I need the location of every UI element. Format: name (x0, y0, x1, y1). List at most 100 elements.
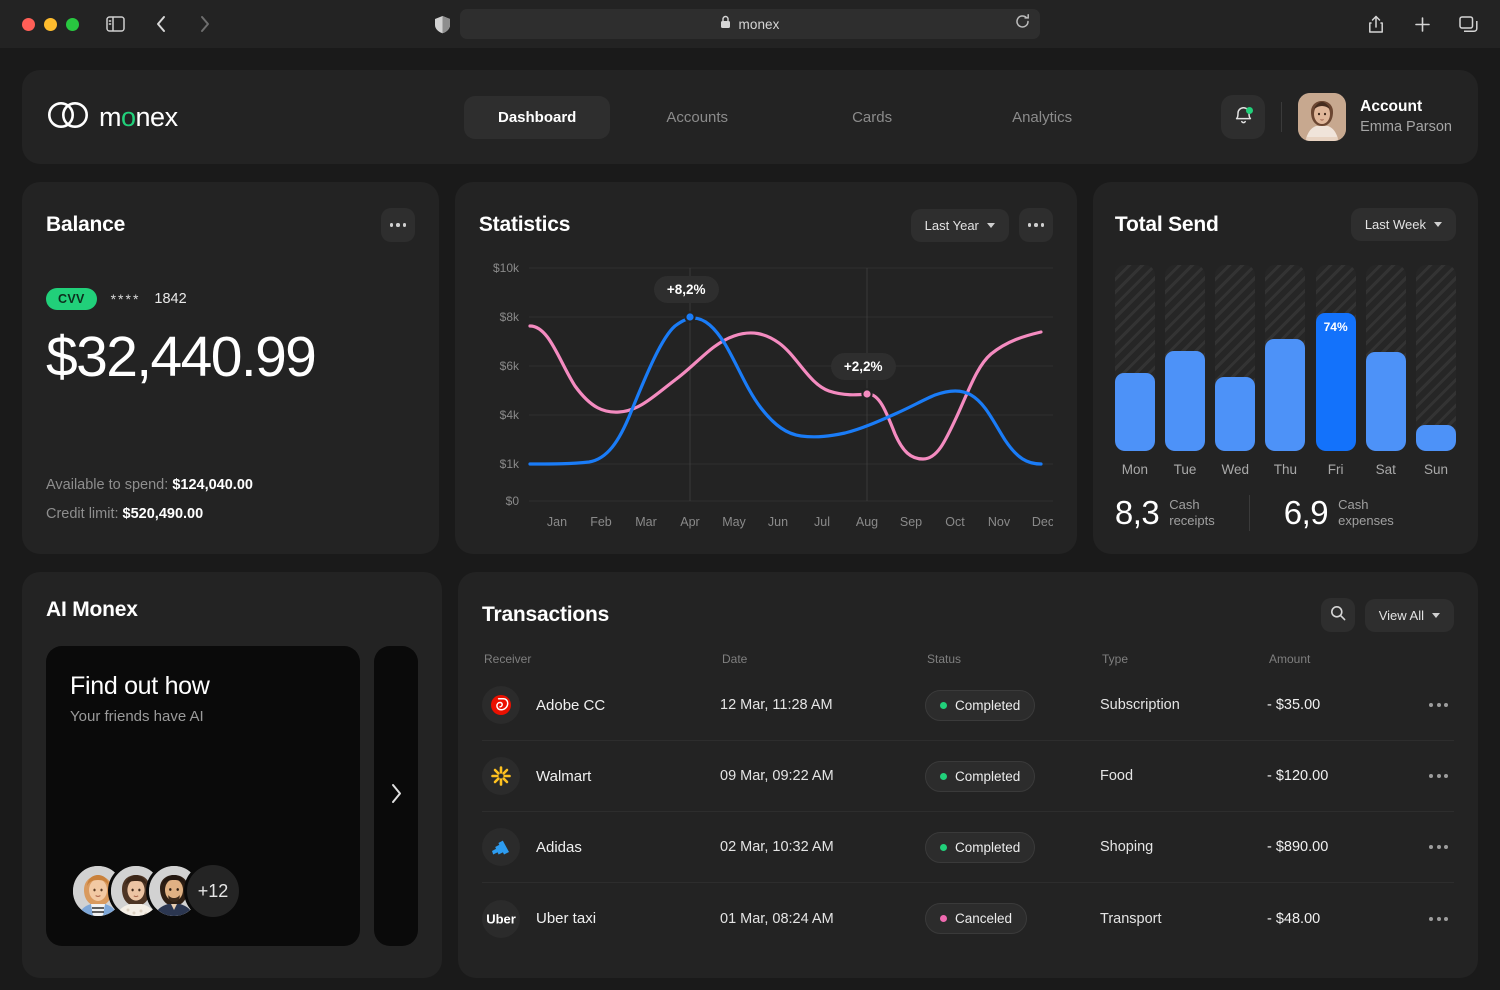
svg-text:Jan: Jan (547, 515, 567, 529)
bar-track: 74% (1316, 265, 1356, 451)
bar-column-sun[interactable] (1416, 265, 1456, 451)
back-arrow-icon[interactable] (147, 10, 175, 38)
account-text: Account Emma Parson (1360, 97, 1452, 137)
forward-arrow-icon[interactable] (191, 10, 219, 38)
ai-monex-slide[interactable]: Find out how Your friends have AI (46, 646, 360, 946)
address-bar[interactable]: monex (460, 9, 1040, 39)
transaction-status-cell: Completed (925, 832, 1100, 863)
minimize-window-button[interactable] (44, 18, 57, 31)
total-send-bars: 74% (1115, 265, 1456, 451)
statistics-card: Statistics Last Year (455, 182, 1077, 554)
tab-dashboard[interactable]: Dashboard (464, 96, 610, 139)
svg-text:Mar: Mar (635, 515, 657, 529)
bar-column-sat[interactable] (1366, 265, 1406, 451)
balance-more-button[interactable] (381, 208, 415, 242)
statistics-range-select[interactable]: Last Year (911, 209, 1009, 242)
row-more-button[interactable] (1429, 845, 1448, 849)
transactions-view-all-select[interactable]: View All (1365, 599, 1454, 632)
transaction-type: Transport (1100, 911, 1267, 927)
transaction-receiver-cell: Walmart (482, 757, 720, 795)
svg-text:Dec: Dec (1032, 515, 1053, 529)
table-row[interactable]: Walmart 09 Mar, 09:22 AM Completed Food … (482, 741, 1454, 812)
brand-logo-text: monex (99, 102, 178, 133)
transaction-receiver: Adobe CC (536, 697, 605, 714)
avatar[interactable] (1298, 93, 1346, 141)
column-header-type: Type (1102, 652, 1269, 666)
tabs-overview-icon[interactable] (1454, 10, 1482, 38)
svg-text:$6k: $6k (500, 359, 520, 373)
dashboard-row-bottom: AI Monex Find out how Your friends have … (22, 572, 1478, 978)
close-window-button[interactable] (22, 18, 35, 31)
bar-label-fri: Fri (1316, 462, 1356, 477)
tab-accounts[interactable]: Accounts (632, 96, 762, 139)
table-row[interactable]: Uber Uber taxi 01 Mar, 08:24 AM Canceled… (482, 883, 1454, 954)
more-friends-badge[interactable]: +12 (184, 862, 242, 920)
tab-cards[interactable]: Cards (818, 96, 926, 139)
statistics-title: Statistics (479, 213, 570, 237)
ai-monex-subtext: Your friends have AI (70, 708, 336, 725)
chevron-right-icon (390, 783, 403, 809)
row-more-button[interactable] (1429, 703, 1448, 707)
status-dot (940, 915, 947, 922)
transaction-status-cell: Completed (925, 761, 1100, 792)
statistics-card-header: Statistics Last Year (479, 208, 1053, 242)
cash-expenses-label: Cashexpenses (1338, 497, 1394, 530)
transaction-date: 02 Mar, 10:32 AM (720, 839, 925, 855)
balance-card-header: Balance (46, 208, 415, 242)
svg-text:Oct: Oct (945, 515, 965, 529)
bar-column-wed[interactable] (1215, 265, 1255, 451)
transaction-date: 12 Mar, 11:28 AM (720, 697, 925, 713)
transactions-header: Transactions View All (482, 598, 1454, 632)
table-row[interactable]: Adobe CC 12 Mar, 11:28 AM Completed Subs… (482, 670, 1454, 741)
sidebar-toggle-icon[interactable] (101, 10, 129, 38)
cash-receipts-value: 8,3 (1115, 494, 1159, 532)
svg-text:$10k: $10k (493, 261, 520, 275)
svg-text:$4k: $4k (500, 408, 520, 422)
card-meta-row: CVV **** 1842 (46, 288, 415, 310)
kpi-cash-expenses: 6,9 Cashexpenses (1284, 494, 1394, 532)
total-send-kpis: 8,3 Cashreceipts 6,9 Cashexpenses (1115, 480, 1456, 532)
total-send-range-select[interactable]: Last Week (1351, 208, 1456, 241)
plus-icon[interactable] (1408, 10, 1436, 38)
bar-column-tue[interactable] (1165, 265, 1205, 451)
transactions-card: Transactions View All Receiver (458, 572, 1478, 978)
maximize-window-button[interactable] (66, 18, 79, 31)
transaction-date: 09 Mar, 09:22 AM (720, 768, 925, 784)
total-send-card: Total Send Last Week (1093, 182, 1478, 554)
table-row[interactable]: Adidas 02 Mar, 10:32 AM Completed Shopin… (482, 812, 1454, 883)
bar-column-thu[interactable] (1265, 265, 1305, 451)
cvv-badge[interactable]: CVV (46, 288, 97, 310)
notifications-button[interactable] (1221, 95, 1265, 139)
transactions-search-button[interactable] (1321, 598, 1355, 632)
brand-logo[interactable]: monex (48, 102, 178, 133)
total-send-range-label: Last Week (1365, 217, 1426, 232)
chevron-down-icon (987, 223, 995, 228)
main-nav-tabs: Dashboard Accounts Cards Analytics (464, 96, 1106, 139)
bar-column-fri[interactable]: 74% (1316, 265, 1356, 451)
lock-icon (720, 15, 731, 34)
chart-point-income-apr (685, 312, 694, 321)
reload-icon[interactable] (1015, 14, 1030, 34)
ai-monex-card: AI Monex Find out how Your friends have … (22, 572, 442, 978)
share-icon[interactable] (1362, 10, 1390, 38)
transaction-receiver-cell: Adidas (482, 828, 720, 866)
shield-icon[interactable] (428, 10, 456, 38)
row-more-button[interactable] (1429, 774, 1448, 778)
available-value: $124,040.00 (172, 477, 253, 493)
svg-text:Sep: Sep (900, 515, 922, 529)
tab-analytics[interactable]: Analytics (978, 96, 1106, 139)
ai-monex-next-button[interactable] (374, 646, 418, 946)
statistics-more-button[interactable] (1019, 208, 1053, 242)
dashboard-row-top: Balance CVV **** 1842 $32,440.99 Availab… (22, 182, 1478, 554)
row-more-button[interactable] (1429, 917, 1448, 921)
status-label: Completed (955, 769, 1020, 784)
chart-gridlines (529, 268, 1053, 501)
balance-title: Balance (46, 213, 125, 237)
statistics-actions: Last Year (911, 208, 1053, 242)
column-header-date: Date (722, 652, 927, 666)
adidas-icon (482, 828, 520, 866)
bar-column-mon[interactable] (1115, 265, 1155, 451)
transaction-receiver-cell: Uber Uber taxi (482, 900, 720, 938)
search-icon (1330, 605, 1346, 626)
transactions-title: Transactions (482, 603, 609, 627)
